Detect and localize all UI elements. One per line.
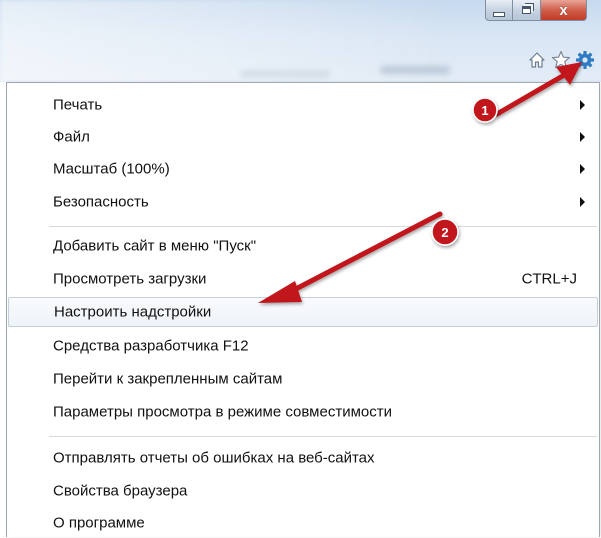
titlebar-blurred-tab <box>380 66 450 74</box>
tools-button[interactable] <box>575 50 595 70</box>
menu-item-label: Просмотреть загрузки <box>53 270 207 288</box>
submenu-arrow-icon <box>580 100 585 110</box>
menu-item-label: Перейти к закрепленным сайтам <box>53 370 283 388</box>
menu-separator <box>49 436 597 437</box>
favorites-star-icon <box>551 50 571 69</box>
menu-item-safety[interactable]: Безопасность <box>7 187 599 217</box>
menu-item-add-site-to-start[interactable]: Добавить сайт в меню "Пуск" <box>7 231 599 261</box>
close-icon: x <box>559 1 568 19</box>
menu-item-label: О программе <box>53 514 145 532</box>
gear-icon <box>576 51 594 69</box>
menu-item-manage-addons[interactable]: Настроить надстройки <box>8 297 598 327</box>
favorites-button[interactable] <box>551 50 571 70</box>
menu-item-internet-options[interactable]: Свойства браузера <box>7 476 599 506</box>
menu-item-compatibility-view-settings[interactable]: Параметры просмотра в режиме совместимос… <box>7 397 599 427</box>
menu-item-zoom[interactable]: Масштаб (100%) <box>7 154 599 184</box>
titlebar-blurred-tab <box>240 70 330 78</box>
menu-item-label: Файл <box>53 128 90 146</box>
menu-item-file[interactable]: Файл <box>7 122 599 152</box>
menu-item-report-website-problems[interactable]: Отправлять отчеты об ошибках на веб-сайт… <box>7 443 599 473</box>
maximize-icon <box>522 6 531 14</box>
menu-item-label: Настроить надстройки <box>54 303 212 321</box>
menu-item-label: Безопасность <box>53 193 149 211</box>
close-button[interactable]: x <box>541 0 587 21</box>
home-button[interactable] <box>527 50 547 70</box>
browser-titlebar: x <box>0 0 601 82</box>
menu-separator <box>49 226 597 227</box>
menu-item-label: Свойства браузера <box>53 482 188 500</box>
submenu-arrow-icon <box>580 164 585 174</box>
menu-item-label: Добавить сайт в меню "Пуск" <box>53 237 257 255</box>
submenu-arrow-icon <box>580 197 585 207</box>
minimize-button[interactable] <box>485 0 513 21</box>
home-icon <box>529 52 545 68</box>
menu-item-print[interactable]: Печать <box>7 90 599 120</box>
menu-item-developer-tools[interactable]: Средства разработчика F12 <box>7 331 599 361</box>
window-controls: x <box>485 0 587 22</box>
menu-item-view-downloads[interactable]: Просмотреть загрузки CTRL+J <box>7 264 599 294</box>
tools-menu: Печать Файл Масштаб (100%) Безопасность … <box>6 82 600 537</box>
menu-item-pinned-sites[interactable]: Перейти к закрепленным сайтам <box>7 364 599 394</box>
menu-item-about[interactable]: О программе <box>7 508 599 538</box>
menu-item-shortcut: CTRL+J <box>521 270 577 288</box>
menu-item-label: Масштаб (100%) <box>53 160 170 178</box>
menu-item-label: Параметры просмотра в режиме совместимос… <box>53 403 392 421</box>
submenu-arrow-icon <box>580 132 585 142</box>
minimize-icon <box>493 11 505 17</box>
menu-item-label: Печать <box>53 96 103 114</box>
command-bar-icons <box>527 50 595 70</box>
menu-item-label: Отправлять отчеты об ошибках на веб-сайт… <box>53 449 375 467</box>
menu-item-label: Средства разработчика F12 <box>53 337 249 355</box>
maximize-button[interactable] <box>513 0 541 21</box>
